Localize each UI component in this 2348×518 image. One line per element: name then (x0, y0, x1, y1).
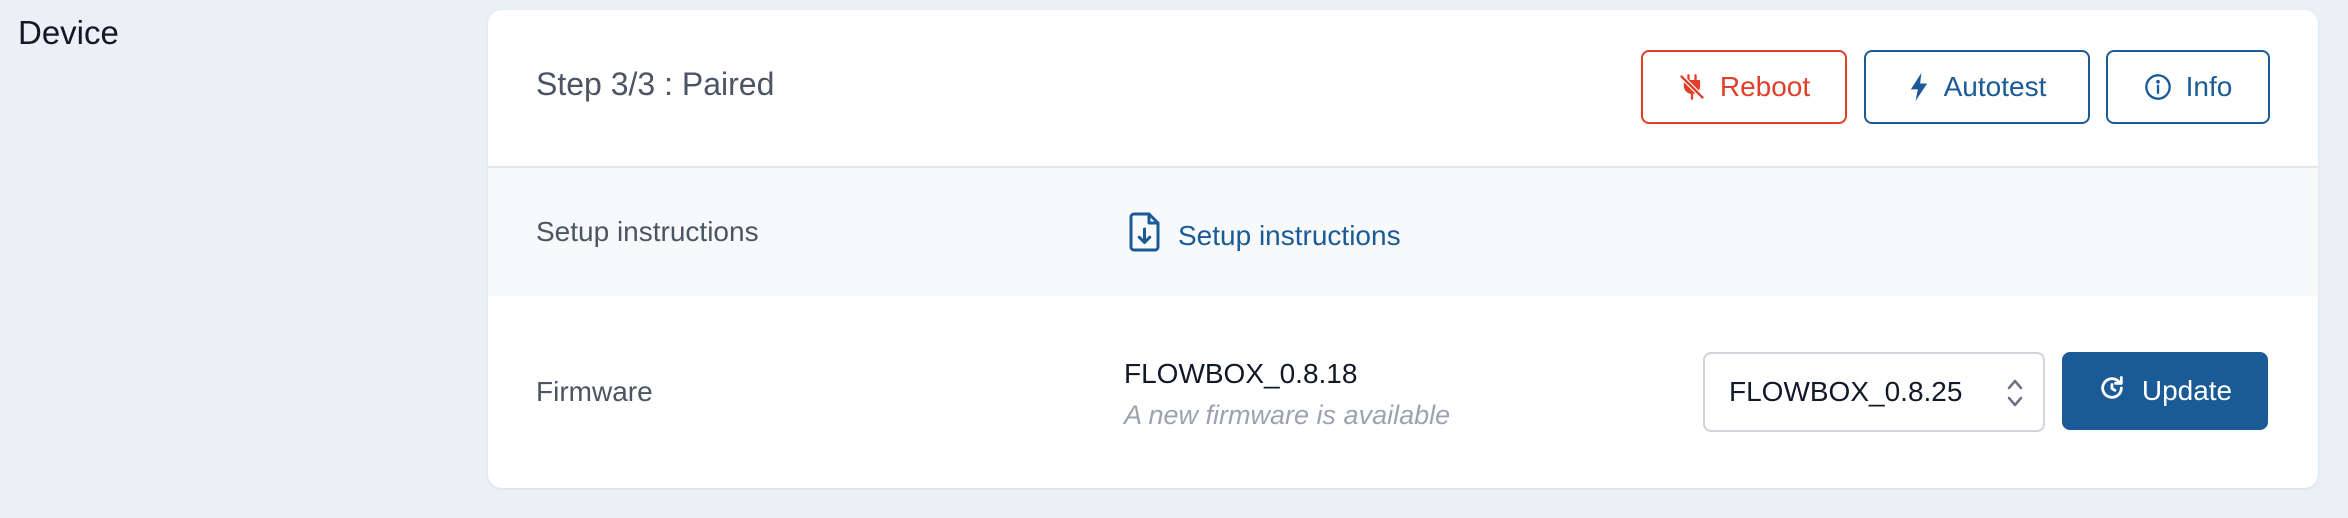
info-button[interactable]: Info (2106, 50, 2270, 124)
chevron-up-down-icon (2005, 376, 2025, 417)
firmware-update-notice: A new firmware is available (1124, 400, 1451, 430)
setup-instructions-link-label: Setup instructions (1178, 219, 1401, 251)
file-download-icon (1128, 210, 1164, 261)
setup-instructions-row: Setup instructions Setup instructions (488, 168, 2318, 296)
lightning-icon (1908, 73, 1930, 101)
firmware-selected-version: FLOWBOX_0.8.25 (1729, 376, 1963, 407)
update-button[interactable]: Update (2062, 352, 2268, 430)
reboot-label: Reboot (1719, 71, 1811, 102)
autotest-label: Autotest (1943, 71, 2047, 102)
device-card: Step 3/3 : Paired Reboot Autotest Info S… (488, 10, 2318, 488)
firmware-row: Firmware FLOWBOX_0.8.18 A new firmware i… (488, 296, 2318, 488)
card-header: Step 3/3 : Paired Reboot Autotest Info (488, 10, 2318, 168)
pairing-step: Step 3/3 : Paired (536, 66, 775, 102)
firmware-current-version: FLOWBOX_0.8.18 (1124, 358, 1358, 389)
refresh-icon (2098, 374, 2126, 409)
reboot-button[interactable]: Reboot (1641, 50, 1847, 124)
update-label: Update (2141, 375, 2233, 406)
info-label: Info (2185, 71, 2233, 102)
section-title: Device (18, 14, 119, 51)
info-icon (2144, 73, 2172, 101)
plug-off-icon (1678, 73, 1706, 101)
firmware-label: Firmware (536, 376, 653, 407)
setup-instructions-label: Setup instructions (536, 216, 759, 247)
autotest-button[interactable]: Autotest (1864, 50, 2090, 124)
firmware-version-select[interactable]: FLOWBOX_0.8.25 (1703, 352, 2045, 432)
setup-instructions-link[interactable]: Setup instructions (1128, 210, 1401, 261)
